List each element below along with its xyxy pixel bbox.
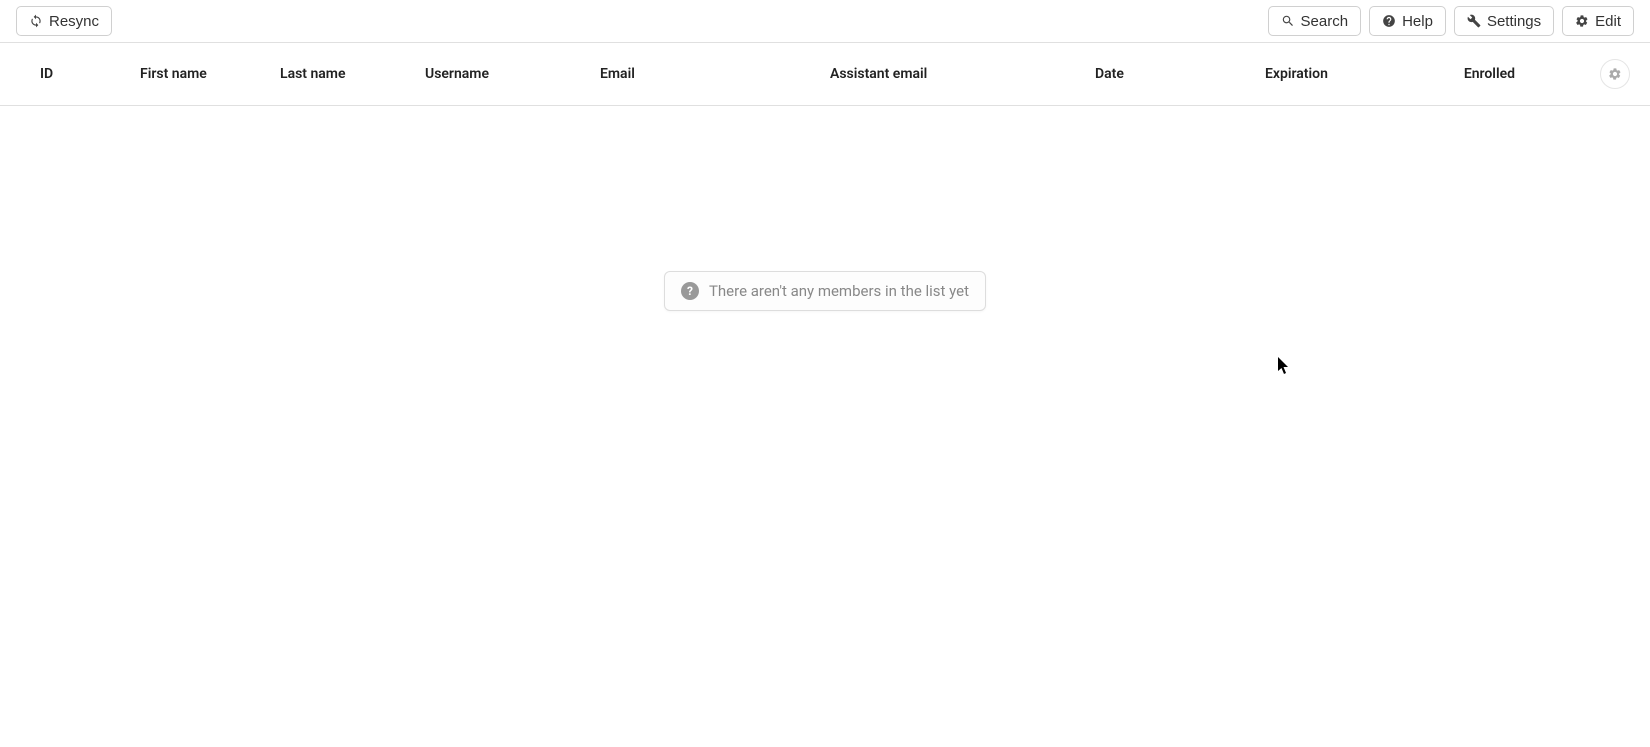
sync-icon	[29, 14, 43, 28]
wrench-icon	[1467, 14, 1481, 28]
search-label: Search	[1301, 13, 1349, 30]
column-header-username[interactable]: Username	[425, 66, 600, 82]
edit-button[interactable]: Edit	[1562, 6, 1634, 36]
gear-icon	[1575, 14, 1589, 28]
column-header-enrolled[interactable]: Enrolled	[1445, 66, 1515, 82]
column-header-id[interactable]: ID	[40, 66, 140, 82]
table-header-row: ID First name Last name Username Email A…	[0, 43, 1650, 106]
column-header-email[interactable]: Email	[600, 66, 830, 82]
column-header-first-name[interactable]: First name	[140, 66, 280, 82]
help-label: Help	[1402, 13, 1433, 30]
toolbar-right: Search Help Settings Edit	[1268, 6, 1634, 36]
settings-label: Settings	[1487, 13, 1541, 30]
cursor-icon	[1278, 357, 1292, 379]
help-icon	[1382, 14, 1396, 28]
column-header-last-name[interactable]: Last name	[280, 66, 425, 82]
empty-state-area: ? There aren't any members in the list y…	[0, 106, 1650, 311]
empty-state-text: There aren't any members in the list yet	[709, 282, 969, 300]
help-button[interactable]: Help	[1369, 6, 1446, 36]
settings-button[interactable]: Settings	[1454, 6, 1554, 36]
column-header-assistant-email[interactable]: Assistant email	[830, 66, 1095, 82]
resync-label: Resync	[49, 13, 99, 30]
empty-state-message: ? There aren't any members in the list y…	[664, 271, 986, 311]
question-icon: ?	[681, 282, 699, 300]
column-header-date[interactable]: Date	[1095, 66, 1265, 82]
toolbar: Resync Search Help Settings Edit	[0, 0, 1650, 43]
gear-icon	[1608, 67, 1622, 81]
column-header-expiration[interactable]: Expiration	[1265, 66, 1445, 82]
column-settings-button[interactable]	[1600, 59, 1630, 89]
resync-button[interactable]: Resync	[16, 6, 112, 36]
toolbar-left: Resync	[16, 6, 112, 36]
search-icon	[1281, 14, 1295, 28]
search-button[interactable]: Search	[1268, 6, 1362, 36]
edit-label: Edit	[1595, 13, 1621, 30]
